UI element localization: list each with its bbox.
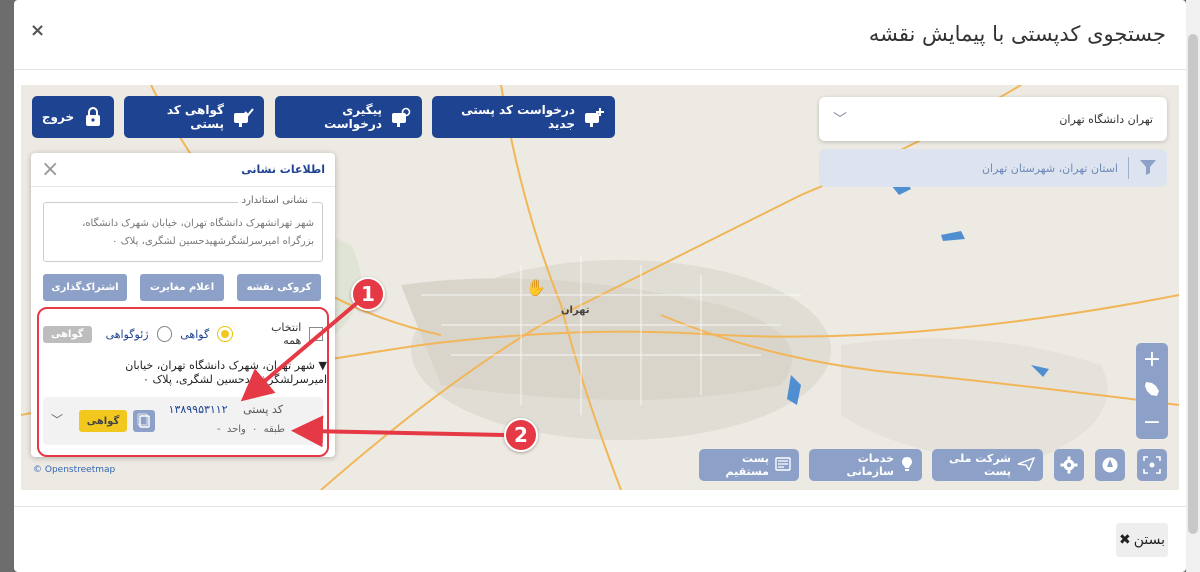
location-search-select[interactable]: تهران دانشگاه تهران ﹀ [819,97,1167,141]
modal-footer: بستن ✖ [14,506,1186,572]
postal-certificate-button[interactable]: گواهی کد پستی [124,96,264,138]
compass-icon [1102,457,1118,473]
scrollbar-thumb[interactable] [1188,34,1198,534]
gear-icon [1060,456,1078,474]
mailbox-check-icon [232,107,254,127]
locate-icon [1143,456,1161,474]
select-all-checkbox[interactable] [309,327,323,341]
address-list-item-text: شهر تهران، شهرک دانشگاه تهران، خیابان ام… [125,359,327,386]
map-city-label: تهران [561,305,590,316]
certificate-radio[interactable] [217,326,233,342]
iran-map-icon[interactable] [1143,379,1161,404]
copy-icon [137,413,150,428]
exit-button[interactable]: خروج [32,96,114,138]
modal-close-icon[interactable]: × [30,20,45,41]
map-attribution[interactable]: © Openstreetmap [33,465,115,475]
close-button[interactable]: بستن ✖ [1116,523,1168,557]
modal-dialog: جستجوی کدپستی با پیمایش نقشه × تهران درخ… [14,0,1186,572]
close-icon: ✖ [1119,532,1131,548]
zoom-in-button[interactable]: + [1143,347,1161,372]
certificate-yellow-button[interactable]: گواهی [79,410,127,432]
standard-address-field: نشانی استاندارد شهر تهرانشهرک دانشگاه ته… [43,195,323,262]
postal-certificate-label: گواهی کد پستی [166,103,224,131]
address-list-item[interactable]: ▼ شهر تهران، شهرک دانشگاه تهران، خیابان … [117,359,327,387]
lock-icon [82,107,104,127]
direct-post-label: پست مستقیم [725,452,769,478]
new-postal-code-request-button[interactable]: درخواست کد پستی جدید [432,96,615,138]
filter-icon[interactable] [1139,159,1157,178]
track-request-label: پیگیری درخواست [324,103,382,131]
standard-address-text: شهر تهرانشهرک دانشگاه تهران، خیابان شهرک… [82,218,314,247]
zoom-out-button[interactable]: − [1143,410,1161,435]
geo-certificate-radio-label: ژئوگواهی [105,327,149,341]
compass-button[interactable] [1095,449,1125,481]
chevron-down-icon[interactable]: ﹀ [833,109,847,129]
postal-code-card: کد پستی ۱۳۸۹۹۵۳۱۱۲ طبقه ۰ واحد - گواهی ﹀ [43,397,323,445]
paper-plane-icon [1017,456,1036,474]
certificate-radio-label: گواهی [180,327,210,341]
mailbox-plus-icon [583,107,605,127]
map-view[interactable]: تهران درخواست کد پستی جدید پیگیری درخواس… [21,85,1179,490]
chevron-down-icon[interactable]: ﹀ [51,411,63,428]
location-search-value: تهران دانشگاه تهران [1059,112,1153,126]
national-post-button[interactable]: شرکت ملی پست [932,449,1043,481]
direct-post-button[interactable]: پست مستقیم [699,449,799,481]
postal-code-line: کد پستی ۱۳۸۹۹۵۳۱۱۲ [169,403,283,416]
caret-down-icon[interactable]: ▼ [315,359,327,372]
copy-button[interactable] [133,410,155,432]
modal-header: جستجوی کدپستی با پیمایش نقشه × [14,0,1186,70]
address-info-panel: اطلاعات نشانی × نشانی استاندارد شهر تهرا… [31,153,335,457]
mailbox-search-icon [390,107,412,127]
exit-label: خروج [41,110,75,124]
new-postal-code-request-label: درخواست کد پستی جدید [461,103,575,131]
address-info-header: اطلاعات نشانی × [31,153,335,187]
annotation-badge-1: 1 [351,277,385,311]
newspaper-icon [775,456,791,474]
geo-certificate-radio[interactable] [156,326,173,342]
certificate-tag-button[interactable]: گواهی [43,325,92,343]
region-filter[interactable]: استان تهران، شهرستان تهران [819,149,1167,187]
floor-unit-text: طبقه ۰ واحد - [217,424,285,435]
report-mismatch-button[interactable]: اعلام مغایرت [140,274,224,301]
region-filter-text: استان تهران، شهرستان تهران [981,161,1118,175]
address-info-title: اطلاعات نشانی [241,163,325,176]
org-services-icon [900,456,914,475]
close-button-label: بستن [1133,532,1166,548]
modal-title: جستجوی کدپستی با پیمایش نقشه [868,22,1166,46]
select-all-label: انتخاب همه [271,321,302,347]
close-icon[interactable]: × [41,157,59,182]
zoom-control: + − [1136,343,1168,439]
postal-code-value: ۱۳۸۹۹۵۳۱۱۲ [168,403,228,416]
settings-button[interactable] [1054,449,1084,481]
org-services-button[interactable]: خدمات سازمانی [809,449,922,481]
share-button[interactable]: اشتراک‌گذاری [43,274,127,301]
annotation-badge-2: 2 [504,418,538,452]
org-services-label: خدمات سازمانی [846,452,894,478]
locate-button[interactable] [1137,449,1167,481]
postal-code-label: کد پستی [243,403,283,416]
map-sketch-button[interactable]: کروکی نقشه [237,274,321,301]
filter-separator [1128,157,1129,179]
standard-address-label: نشانی استاندارد [237,195,312,206]
national-post-label: شرکت ملی پست [949,452,1011,478]
certificate-options-row: انتخاب همه گواهی ژئوگواهی گواهی [43,321,323,347]
track-request-button[interactable]: پیگیری درخواست [275,96,422,138]
hand-cursor-icon: ✋ [526,278,546,297]
page-scrollbar[interactable] [1186,0,1200,572]
